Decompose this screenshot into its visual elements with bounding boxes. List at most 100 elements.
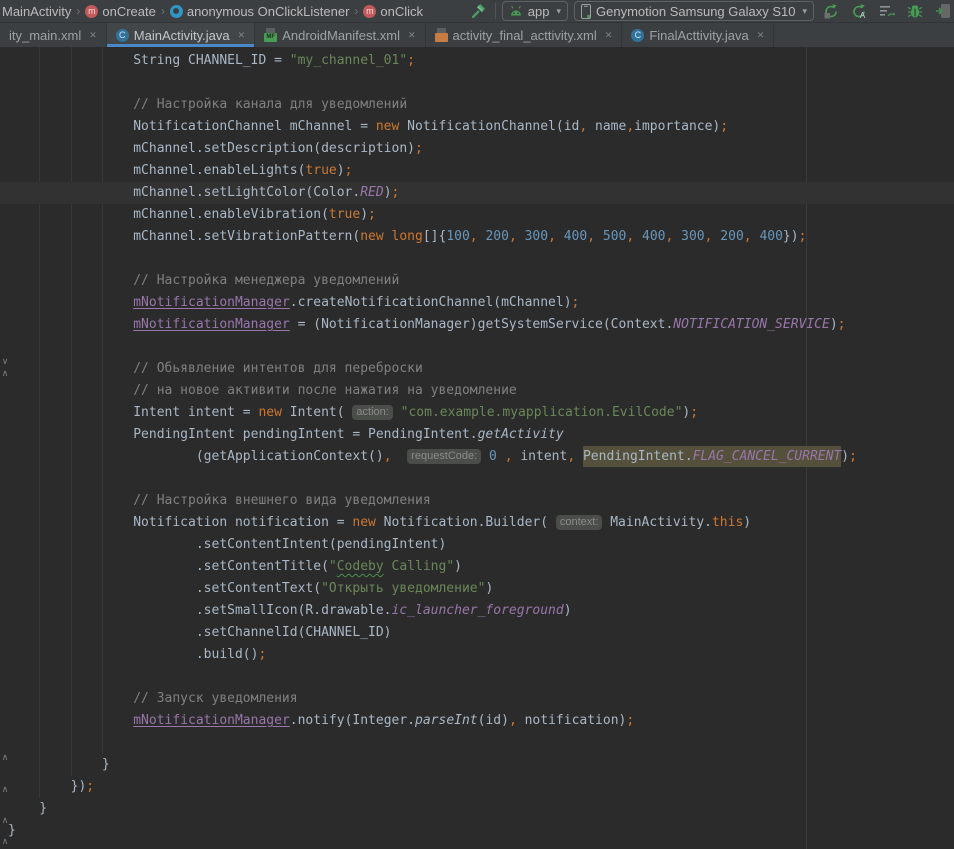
breadcrumb: MainActivity › m onCreate › anonymous On…: [0, 0, 423, 22]
fold-marker[interactable]: ∧: [0, 815, 10, 825]
tab-activity-final-xml[interactable]: activity_final_acttivity.xml ✕: [426, 23, 623, 47]
code-line[interactable]: mNotificationManager.createNotificationC…: [8, 292, 954, 314]
code-line[interactable]: String CHANNEL_ID = "my_channel_01";: [8, 50, 954, 72]
code-line[interactable]: Intent intent = new Intent( action: "com…: [8, 402, 954, 424]
code-token: true: [305, 163, 336, 178]
code-line[interactable]: .setSmallIcon(R.drawable.ic_launcher_for…: [8, 600, 954, 622]
code-token: getActivity: [478, 427, 564, 442]
fold-marker[interactable]: ∧: [0, 368, 10, 378]
close-icon[interactable]: ✕: [408, 30, 416, 41]
code-token: .setContentIntent(pendingIntent): [8, 537, 446, 552]
code-line[interactable]: .setContentIntent(pendingIntent): [8, 534, 954, 556]
tab-activity-main-xml[interactable]: ity_main.xml ✕: [0, 23, 107, 47]
code-token: Intent(: [282, 405, 352, 420]
code-line[interactable]: mChannel.enableLights(true);: [8, 160, 954, 182]
code-token: 200: [720, 229, 743, 244]
fold-marker[interactable]: ∧: [0, 836, 10, 846]
code-token: name: [587, 119, 626, 134]
code-token: "Открыть уведомление": [321, 581, 485, 596]
code-line[interactable]: [8, 468, 954, 490]
debug-button[interactable]: [904, 1, 926, 21]
code-line[interactable]: });: [8, 776, 954, 798]
code-line[interactable]: .build();: [8, 644, 954, 666]
breadcrumb-item-oncreate[interactable]: m onCreate: [85, 4, 155, 19]
code-token: new: [376, 119, 399, 134]
code-line[interactable]: // Обьявление интентов для переброски: [8, 358, 954, 380]
code-token: long: [392, 229, 423, 244]
build-button[interactable]: [467, 1, 489, 21]
tab-mainactivity-java[interactable]: C MainActivity.java ✕: [107, 23, 255, 47]
code-line[interactable]: [8, 248, 954, 270]
close-icon[interactable]: ✕: [238, 30, 246, 41]
code-line[interactable]: mChannel.enableVibration(true);: [8, 204, 954, 226]
code-token: 300: [525, 229, 548, 244]
code-line[interactable]: }: [8, 820, 954, 842]
profiler-button[interactable]: [876, 1, 898, 21]
code-token: notification): [517, 713, 627, 728]
breadcrumb-item-onclick[interactable]: m onClick: [363, 4, 423, 19]
code-line[interactable]: }: [8, 754, 954, 776]
code-line[interactable]: NotificationChannel mChannel = new Notif…: [8, 116, 954, 138]
code-line[interactable]: [8, 666, 954, 688]
fold-marker[interactable]: ∨: [0, 356, 10, 366]
code-token: 300: [681, 229, 704, 244]
code-token: intent: [513, 449, 568, 464]
close-icon[interactable]: ✕: [89, 30, 97, 41]
code-token: 400: [759, 229, 782, 244]
code-token: true: [329, 207, 360, 222]
code-token: // Обьявление интентов для переброски: [8, 361, 423, 376]
code-token: ): [743, 515, 751, 530]
code-line[interactable]: // Запуск уведомления: [8, 688, 954, 710]
tab-androidmanifest-xml[interactable]: MF AndroidManifest.xml ✕: [255, 23, 425, 47]
code-token: importance): [634, 119, 720, 134]
breadcrumb-item-listener[interactable]: anonymous OnClickListener: [170, 4, 350, 19]
code-token: mChannel.setLightColor(Color.: [8, 185, 360, 200]
breadcrumb-toolbar: MainActivity › m onCreate › anonymous On…: [0, 0, 954, 23]
code-token: PendingIntent pendingIntent = PendingInt…: [8, 427, 478, 442]
code-line[interactable]: }: [8, 798, 954, 820]
code-token: Codeby: [337, 559, 384, 574]
code-line[interactable]: .setContentTitle("Codeby Calling"): [8, 556, 954, 578]
code-line[interactable]: mChannel.setLightColor(Color.RED);: [8, 182, 954, 204]
code-line[interactable]: // Настройка менеджера уведомлений: [8, 270, 954, 292]
code-token: 500: [603, 229, 626, 244]
code-line[interactable]: mNotificationManager.notify(Integer.pars…: [8, 710, 954, 732]
code-line[interactable]: // Настройка канала для уведомлений: [8, 94, 954, 116]
breadcrumb-item-class[interactable]: MainActivity: [2, 4, 71, 19]
code-token: this: [712, 515, 743, 530]
parameter-hint: context:: [556, 515, 603, 530]
close-icon[interactable]: ✕: [757, 30, 765, 41]
apply-changes-icon: [823, 3, 839, 19]
fold-marker[interactable]: ∧: [0, 784, 10, 794]
fold-marker[interactable]: ∧: [0, 752, 10, 762]
code-line[interactable]: [8, 732, 954, 754]
code-line[interactable]: // на новое активити после нажатия на ув…: [8, 380, 954, 402]
code-line[interactable]: mChannel.setDescription(description);: [8, 138, 954, 160]
code-token: ,: [705, 229, 721, 244]
code-token: ): [360, 207, 368, 222]
code-token: // Настройка внешнего вида уведомления: [8, 493, 431, 508]
code-line[interactable]: [8, 336, 954, 358]
code-line[interactable]: Notification notification = new Notifica…: [8, 512, 954, 534]
module-dropdown[interactable]: app ▾: [502, 1, 568, 21]
device-dropdown[interactable]: Genymotion Samsung Galaxy S10 ▾: [574, 1, 814, 21]
code-line[interactable]: mNotificationManager = (NotificationMana…: [8, 314, 954, 336]
apply-code-changes-button[interactable]: A: [848, 1, 870, 21]
apply-changes-button[interactable]: [820, 1, 842, 21]
code-line[interactable]: // Настройка внешнего вида уведомления: [8, 490, 954, 512]
attach-debugger-button[interactable]: [932, 1, 954, 21]
close-icon[interactable]: ✕: [605, 30, 613, 41]
code-token: ;: [626, 713, 634, 728]
code-line[interactable]: .setContentText("Открыть уведомление"): [8, 578, 954, 600]
code-token: ;: [838, 317, 846, 332]
code-line[interactable]: (getApplicationContext(), requestCode: 0…: [8, 446, 954, 468]
code-line[interactable]: mChannel.setVibrationPattern(new long[]{…: [8, 226, 954, 248]
tab-finalacttivity-java[interactable]: C FinalActtivity.java ✕: [622, 23, 774, 47]
code-token: (id): [478, 713, 509, 728]
code-editor[interactable]: String CHANNEL_ID = "my_channel_01"; // …: [0, 47, 954, 849]
code-line[interactable]: .setChannelId(CHANNEL_ID): [8, 622, 954, 644]
tab-label: ity_main.xml: [9, 28, 81, 43]
code-line[interactable]: [8, 72, 954, 94]
code-line[interactable]: PendingIntent pendingIntent = PendingInt…: [8, 424, 954, 446]
code-token: [384, 229, 392, 244]
